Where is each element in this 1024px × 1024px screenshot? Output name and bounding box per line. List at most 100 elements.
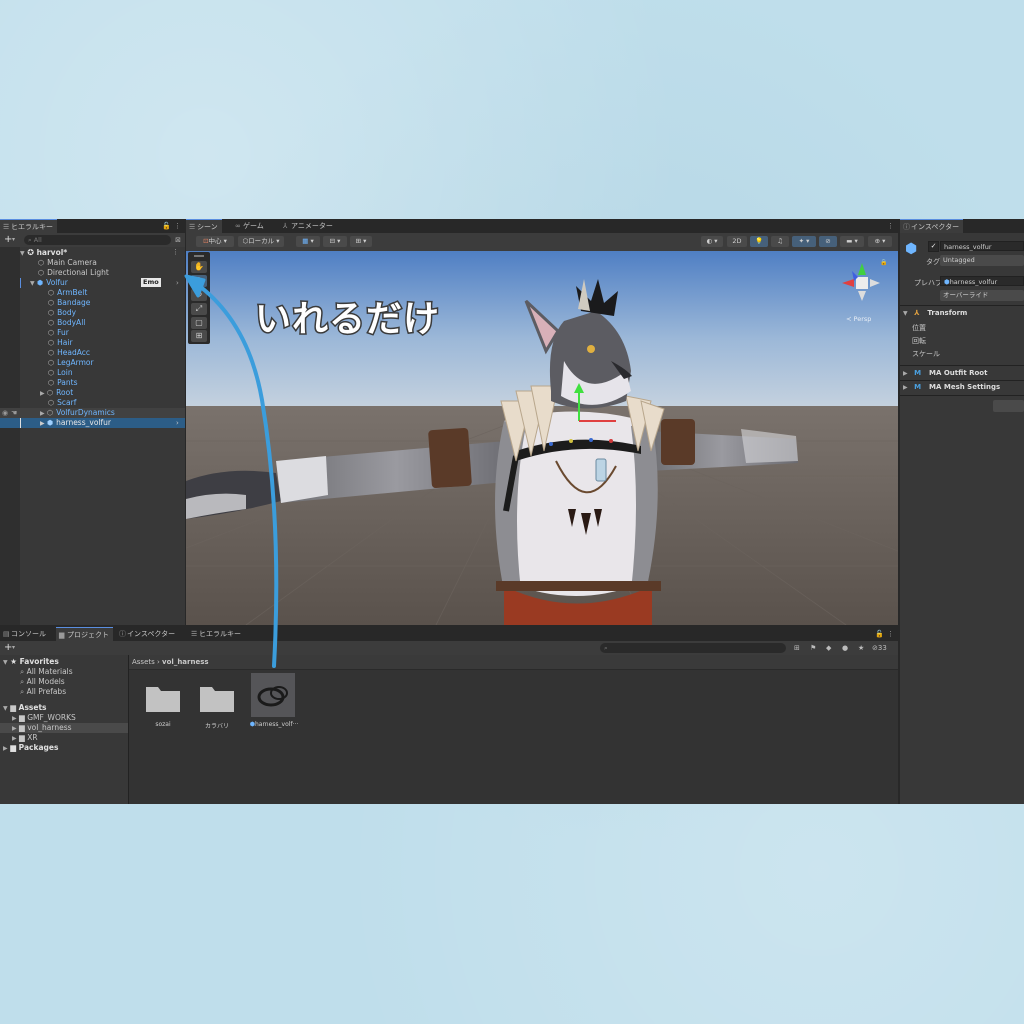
active-checkbox[interactable]: ✓: [928, 241, 939, 252]
hidden-objects-toggle[interactable]: ⊘: [819, 236, 837, 247]
warning-icon[interactable]: ●: [842, 641, 848, 655]
expand-arrow-icon[interactable]: ▼: [30, 280, 35, 287]
overrides-dropdown[interactable]: オーバーライド: [940, 290, 1024, 301]
hierarchy-item-legarmor[interactable]: ⬡ LegArmor: [48, 358, 94, 368]
hierarchy-item-bodyall[interactable]: ⬡ BodyAll: [48, 318, 85, 328]
hierarchy-item-body[interactable]: ⬡ Body: [48, 308, 76, 318]
tab-inspector-bottom[interactable]: ⓘインスペクター: [116, 627, 179, 641]
fold-arrow-icon[interactable]: ▶: [903, 384, 908, 391]
persp-label[interactable]: ≺ Persp: [846, 315, 871, 323]
pivot-dropdown[interactable]: ⊡中心 ▾: [196, 236, 234, 247]
hierarchy-item-directional-light[interactable]: ⬡ Directional Light: [38, 268, 109, 278]
increment-snap-button[interactable]: ⊞ ▾: [350, 236, 372, 247]
space-dropdown[interactable]: ⬡ローカル ▾: [238, 236, 284, 247]
lighting-toggle[interactable]: 💡: [750, 236, 768, 247]
view-tool-button[interactable]: ✋: [191, 261, 207, 273]
expand-arrow-icon[interactable]: ▼: [20, 250, 25, 257]
lock-icon[interactable]: 🔓: [875, 627, 884, 641]
tab-project[interactable]: ▆ プロジェクト: [56, 627, 113, 641]
gizmos-button[interactable]: ⊕ ▾: [868, 236, 892, 247]
tab-hierarchy[interactable]: ☰ ヒエラルキー: [0, 219, 57, 233]
hierarchy-item-main-camera[interactable]: ⬡ Main Camera: [38, 258, 97, 268]
scale-tool-button[interactable]: ⤢: [191, 303, 207, 315]
chevron-right-icon[interactable]: ›: [176, 278, 179, 288]
grid-snap-button[interactable]: ▦ ▾: [296, 236, 320, 247]
more-menu-icon[interactable]: ⋮: [887, 627, 894, 641]
favorites-header[interactable]: ▼ ★ Favorites: [3, 657, 59, 667]
visibility-eye-icon[interactable]: ◉: [2, 408, 8, 418]
mode-2d-button[interactable]: 2D: [727, 236, 747, 247]
filter-icon[interactable]: ⊠: [175, 233, 181, 247]
rotate-tool-button[interactable]: ↻: [191, 289, 207, 301]
hierarchy-item-fur[interactable]: ⬡ Fur: [48, 328, 69, 338]
camera-settings-button[interactable]: ▬ ▾: [840, 236, 864, 247]
effects-toggle[interactable]: ✦ ▾: [792, 236, 816, 247]
scene-root-row[interactable]: ▼ ✪ harvol*: [20, 248, 67, 258]
move-tool-button[interactable]: ✥: [191, 275, 207, 287]
hierarchy-item-pants[interactable]: ⬡ Pants: [48, 378, 78, 388]
packages-root-folder[interactable]: ▶ ▆ Packages: [3, 743, 58, 753]
expand-arrow-icon[interactable]: ▶: [3, 745, 8, 752]
breadcrumb-assets[interactable]: Assets: [132, 658, 155, 666]
expand-arrow-icon[interactable]: ▶: [12, 735, 17, 742]
asset-folder-sozai[interactable]: sozai: [143, 677, 183, 733]
hidden-packages-icon[interactable]: ⊘33: [872, 641, 887, 655]
chevron-right-icon[interactable]: ›: [176, 418, 179, 428]
favorite-all-prefabs[interactable]: ⌕ All Prefabs: [20, 687, 66, 697]
tab-console[interactable]: ▤コンソール: [0, 627, 50, 641]
hierarchy-item-volfur[interactable]: ▼ ⬢ Volfur: [30, 278, 68, 288]
hierarchy-item-loin[interactable]: ⬡ Loin: [48, 368, 73, 378]
transform-header[interactable]: ▼ ⅄ Transform: [900, 307, 1024, 319]
assets-root-folder[interactable]: ▼ ▆ Assets: [3, 703, 47, 713]
hierarchy-item-root[interactable]: ▶ ⬡ Root: [40, 388, 73, 398]
favorite-all-materials[interactable]: ⌕ All Materials: [20, 667, 73, 677]
project-search-input[interactable]: ⌕: [600, 643, 786, 653]
folder-vol-harness[interactable]: ▶ ▆ vol_harness: [12, 723, 72, 733]
hierarchy-item-armbelt[interactable]: ⬡ ArmBelt: [48, 288, 87, 298]
ma-outfit-root-header[interactable]: ▶ M MA Outfit Root: [900, 367, 1024, 379]
hierarchy-item-headacc[interactable]: ⬡ HeadAcc: [48, 348, 90, 358]
prefab-asset-field[interactable]: ⬢harness_volfur: [940, 276, 1024, 286]
more-menu-icon[interactable]: ⋮: [887, 219, 894, 233]
dropdown-arrow-icon[interactable]: ▾: [12, 641, 15, 655]
tab-inspector[interactable]: ⓘインスペクター: [900, 219, 964, 233]
expand-arrow-icon[interactable]: ▶: [40, 410, 45, 417]
expand-arrow-icon[interactable]: ▼: [3, 705, 8, 712]
lock-icon[interactable]: 🔓: [162, 219, 171, 233]
ma-mesh-settings-header[interactable]: ▶ M MA Mesh Settings: [900, 381, 1024, 393]
favorite-star-icon[interactable]: ★: [858, 641, 864, 655]
fold-arrow-icon[interactable]: ▶: [903, 370, 908, 377]
asset-prefab-harness-volfur[interactable]: ⬢harness_volf···: [249, 673, 299, 733]
fold-arrow-icon[interactable]: ▼: [903, 310, 908, 317]
object-name-field[interactable]: harness_volfur: [940, 241, 1024, 251]
tab-scene[interactable]: ☰ シーン: [186, 219, 222, 233]
snap-increment-button[interactable]: ⊟ ▾: [323, 236, 347, 247]
folder-gmf-works[interactable]: ▶ ▆ GMF_WORKS: [12, 713, 76, 723]
rect-tool-button[interactable]: ▢: [191, 317, 207, 329]
tab-hierarchy-bottom[interactable]: ☰ ヒエラルキー: [188, 627, 245, 641]
tab-animator[interactable]: ⅄ アニメーター: [280, 219, 337, 233]
pickable-hand-icon[interactable]: ☚: [11, 408, 17, 418]
expand-arrow-icon[interactable]: ▶: [40, 420, 45, 427]
hierarchy-item-bandage[interactable]: ⬡ Bandage: [48, 298, 90, 308]
folder-xr[interactable]: ▶ ▆ XR: [12, 733, 38, 743]
favorite-all-models[interactable]: ⌕ All Models: [20, 677, 65, 687]
hierarchy-search-input[interactable]: ⌕ All: [24, 235, 171, 245]
more-menu-icon[interactable]: ⋮: [174, 219, 181, 233]
tag-icon[interactable]: ◆: [826, 641, 831, 655]
transform-tool-button[interactable]: ⊞: [191, 330, 207, 342]
gizmo-lock-icon[interactable]: 🔒: [880, 259, 887, 266]
breadcrumb-vol-harness[interactable]: vol_harness: [162, 658, 209, 666]
add-component-button[interactable]: [993, 400, 1024, 412]
hierarchy-item-volfurdynamics[interactable]: ▶ ⬡ VolfurDynamics: [40, 408, 115, 418]
scene-menu-icon[interactable]: ⋮: [172, 248, 179, 256]
expand-arrow-icon[interactable]: ▶: [40, 390, 45, 397]
hierarchy-item-scarf[interactable]: ⬡ Scarf: [48, 398, 76, 408]
hierarchy-item-hair[interactable]: ⬡ Hair: [48, 338, 73, 348]
expand-arrow-icon[interactable]: ▼: [3, 659, 8, 666]
dropdown-arrow-icon[interactable]: ▾: [12, 233, 15, 247]
asset-folder-colorvariation[interactable]: カラバリ: [197, 677, 237, 733]
audio-toggle[interactable]: ♫: [771, 236, 789, 247]
search-by-type-icon[interactable]: ⊞: [794, 641, 800, 655]
shading-mode-button[interactable]: ◐ ▾: [701, 236, 723, 247]
